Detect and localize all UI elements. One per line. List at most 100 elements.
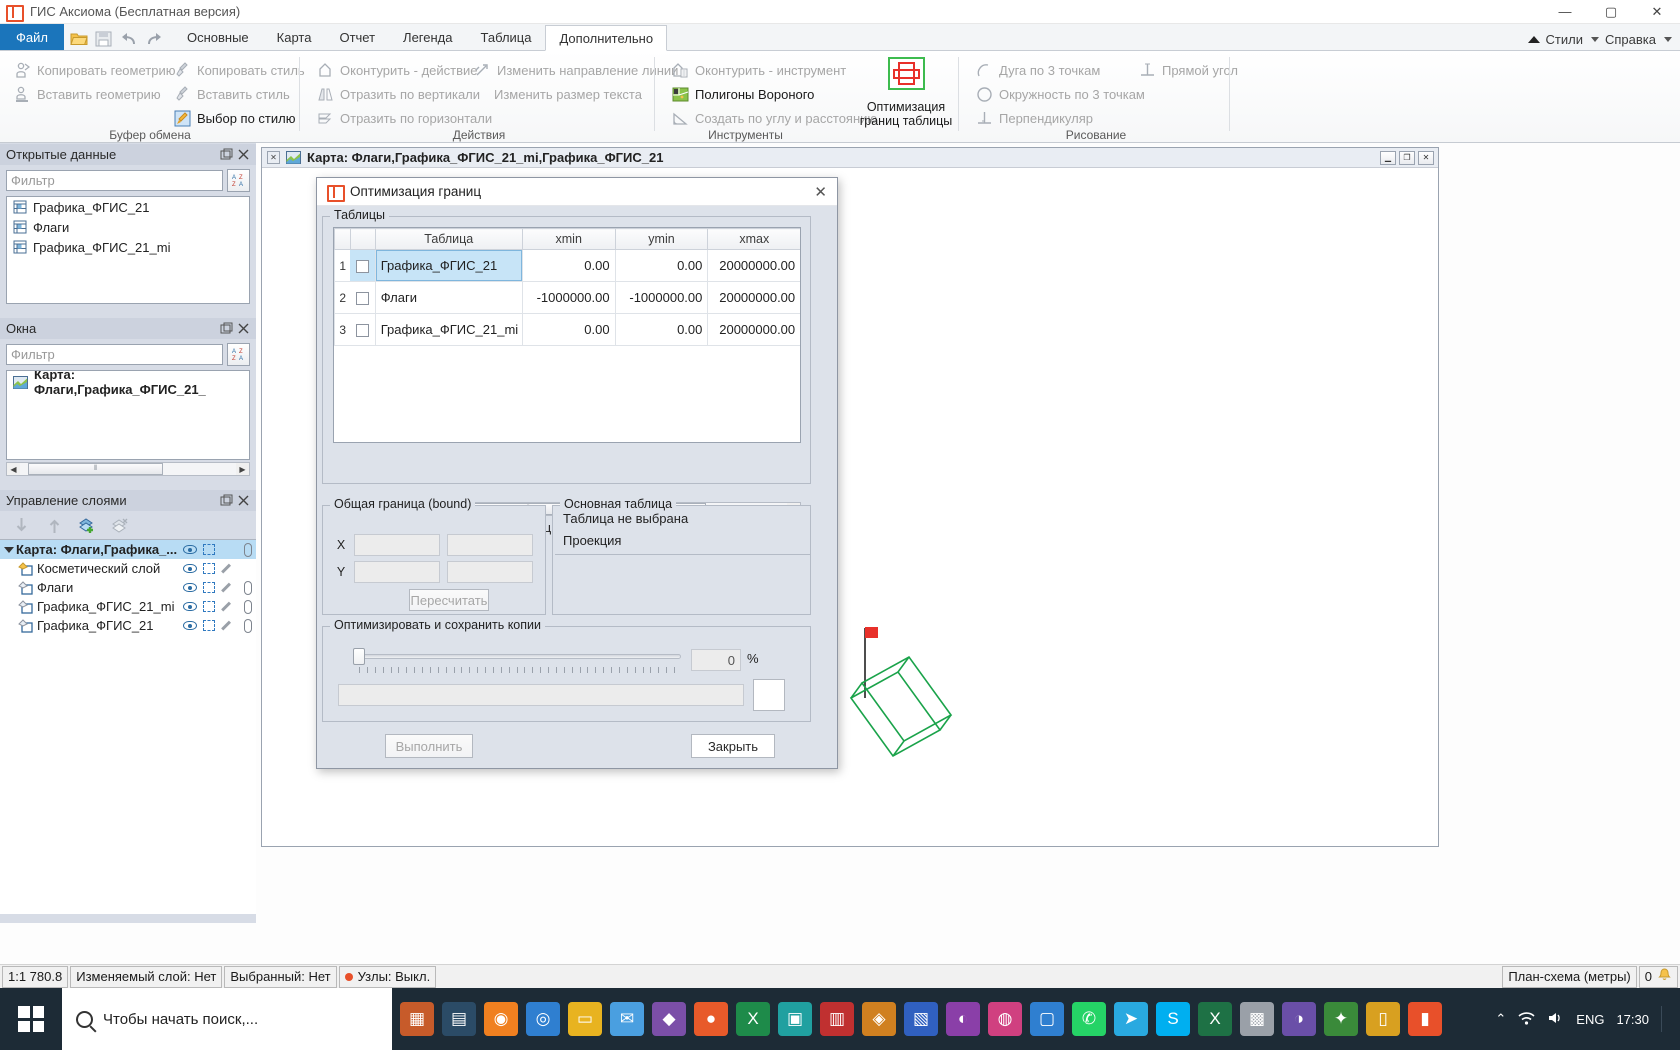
ribbon-item-paste-geometry[interactable]: Вставить геометрию: [10, 82, 165, 106]
app-pink-icon[interactable]: ◍: [988, 1002, 1022, 1036]
file-explorer-yellow-icon[interactable]: ▭: [568, 1002, 602, 1036]
layer-edit-toggle[interactable]: [218, 581, 237, 594]
app-teal-icon[interactable]: ▣: [778, 1002, 812, 1036]
status-nodes[interactable]: Узлы: Выкл.: [339, 966, 437, 988]
slider-track[interactable]: [359, 654, 681, 659]
scroll-thumb[interactable]: ⦀: [28, 463, 163, 475]
redo-icon[interactable]: [145, 31, 163, 48]
ribbon-item-change-line-direction[interactable]: Изменить направление линии: [470, 58, 682, 82]
row-checkbox[interactable]: [350, 282, 375, 314]
layer-row-map-group[interactable]: Карта: Флаги,Графика_...: [0, 540, 256, 559]
show-desktop-button[interactable]: [1661, 1006, 1670, 1032]
ribbon-item-outline-action[interactable]: Оконтурить - действие: [313, 58, 482, 82]
layer-visibility-toggle[interactable]: [180, 602, 199, 611]
layer-attach-toggle[interactable]: [237, 619, 256, 632]
list-item[interactable]: Карта: Флаги,Графика_ФГИС_21_: [7, 371, 249, 393]
tray-chevron-up-icon[interactable]: ⌃: [1495, 1011, 1506, 1027]
layer-row-grafika[interactable]: Графика_ФГИС_21: [0, 616, 256, 635]
slider-thumb[interactable]: [353, 648, 365, 665]
ribbon-item-flip-horizontal[interactable]: Отразить по горизонтали: [313, 106, 496, 130]
column-table-name[interactable]: Таблица: [375, 229, 522, 250]
mail-icon[interactable]: ✉: [610, 1002, 644, 1036]
network-icon[interactable]: [1518, 1011, 1535, 1028]
open-data-list[interactable]: Графика_ФГИС_21 Флаги Графика_ФГИС_21_mi: [6, 196, 250, 304]
excel-icon[interactable]: X: [1198, 1002, 1232, 1036]
scroll-track[interactable]: ⦀: [20, 463, 236, 475]
optimize-slider[interactable]: [353, 647, 683, 671]
layer-edit-toggle[interactable]: [218, 619, 237, 632]
row-checkbox[interactable]: [350, 314, 375, 346]
map-close-button[interactable]: ✕: [1418, 151, 1434, 165]
windows-filter-input[interactable]: Фильтр: [6, 344, 223, 365]
row-checkbox[interactable]: [350, 250, 375, 282]
layer-visibility-toggle[interactable]: [180, 545, 199, 554]
column-xmax[interactable]: xmax: [708, 229, 801, 250]
table-row[interactable]: 1 Графика_ФГИС_21 0.00 0.00 20000000.00 …: [335, 250, 802, 282]
ribbon-item-perpendicular[interactable]: Перпендикуляр: [972, 106, 1097, 130]
column-xmin[interactable]: xmin: [522, 229, 615, 250]
recalculate-button[interactable]: Пересчитать: [409, 589, 489, 611]
open-data-filter-input[interactable]: Фильтр: [6, 170, 223, 191]
column-ymin[interactable]: ymin: [615, 229, 708, 250]
styles-chevron-down-icon[interactable]: [1591, 37, 1599, 42]
ribbon-item-outline-tool[interactable]: Оконтурить - инструмент: [668, 58, 850, 82]
collapse-ribbon-icon[interactable]: [1528, 36, 1540, 43]
app-silver-icon[interactable]: ▩: [1240, 1002, 1274, 1036]
ribbon-item-voronoi-polygons[interactable]: Полигоны Вороного: [668, 82, 818, 106]
ribbon-item-paste-style[interactable]: Вставить стиль: [170, 82, 294, 106]
close-panel-icon[interactable]: [238, 494, 252, 508]
excel-green-icon[interactable]: X: [736, 1002, 770, 1036]
layer-row-grafika-mi[interactable]: Графика_ФГИС_21_mi: [0, 597, 256, 616]
ribbon-item-right-angle[interactable]: Прямой угол: [1135, 58, 1242, 82]
bound-x-max-input[interactable]: [447, 534, 533, 556]
ribbon-item-text-size[interactable]: Изменить размер текста: [490, 82, 646, 106]
layer-selectable-toggle[interactable]: [199, 582, 218, 593]
remove-layer-icon[interactable]: [111, 516, 130, 535]
tables-grid-wrapper[interactable]: Таблица xmin ymin xmax ymax 1 Графика_ФГ…: [333, 227, 801, 443]
layer-row-cosmetic[interactable]: Косметический слой: [0, 559, 256, 578]
status-scale[interactable]: 1:1 780.8: [2, 966, 68, 988]
tab-osnovnye[interactable]: Основные: [173, 24, 263, 50]
gis-axioma-icon[interactable]: ▮: [1408, 1002, 1442, 1036]
sort-az-icon[interactable]: AZZA: [227, 343, 250, 366]
close-button[interactable]: ✕: [1634, 0, 1680, 24]
save-path-input[interactable]: [338, 684, 744, 706]
telegram-icon[interactable]: ➤: [1114, 1002, 1148, 1036]
gis-icon[interactable]: ✦: [1324, 1002, 1358, 1036]
app-violet-icon[interactable]: ◐: [946, 1002, 980, 1036]
ribbon-item-copy-style[interactable]: Копировать стиль: [170, 58, 309, 82]
bound-x-min-input[interactable]: [354, 534, 440, 556]
move-up-icon[interactable]: [45, 516, 64, 535]
layer-list[interactable]: Карта: Флаги,Графика_... Косметический с…: [0, 539, 256, 914]
notepad-icon[interactable]: ▯: [1366, 1002, 1400, 1036]
file-explorer-icon[interactable]: ▤: [442, 1002, 476, 1036]
start-button[interactable]: [0, 988, 62, 1050]
maximize-button[interactable]: ▢: [1588, 0, 1634, 24]
ribbon-item-circle-3-points[interactable]: Окружность по 3 точкам: [972, 82, 1149, 106]
list-item[interactable]: Графика_ФГИС_21: [7, 197, 249, 217]
folder-open-icon[interactable]: [70, 31, 88, 48]
ribbon-item-angle-distance[interactable]: Создать по углу и расстоянию: [668, 106, 881, 130]
tray-clock[interactable]: 17:30: [1616, 1012, 1649, 1027]
status-counter-cell[interactable]: 0: [1639, 966, 1678, 988]
status-selected[interactable]: Выбранный: Нет: [224, 966, 336, 988]
layer-attach-toggle[interactable]: [237, 543, 256, 556]
ribbon-item-flip-vertical[interactable]: Отразить по вертикали: [313, 82, 484, 106]
app-purple-icon[interactable]: ◆: [652, 1002, 686, 1036]
sort-az-icon[interactable]: AZZA: [227, 169, 250, 192]
layer-visibility-toggle[interactable]: [180, 564, 199, 573]
layer-visibility-toggle[interactable]: [180, 583, 199, 592]
scroll-right-icon[interactable]: ▶: [236, 465, 249, 474]
float-panel-icon[interactable]: [220, 322, 234, 336]
app-blue-icon[interactable]: ▧: [904, 1002, 938, 1036]
layer-selectable-toggle[interactable]: [199, 544, 218, 555]
help-chevron-down-icon[interactable]: [1664, 37, 1672, 42]
layer-attach-toggle[interactable]: [237, 581, 256, 594]
table-row[interactable]: 3 Графика_ФГИС_21_mi 0.00 0.00 20000000.…: [335, 314, 802, 346]
minimize-button[interactable]: —: [1542, 0, 1588, 24]
status-editable-layer[interactable]: Изменяемый слой: Нет: [70, 966, 222, 988]
tray-language[interactable]: ENG: [1576, 1012, 1604, 1027]
bound-y-min-input[interactable]: [354, 561, 440, 583]
move-down-icon[interactable]: [12, 516, 31, 535]
browse-path-button[interactable]: [753, 679, 785, 711]
